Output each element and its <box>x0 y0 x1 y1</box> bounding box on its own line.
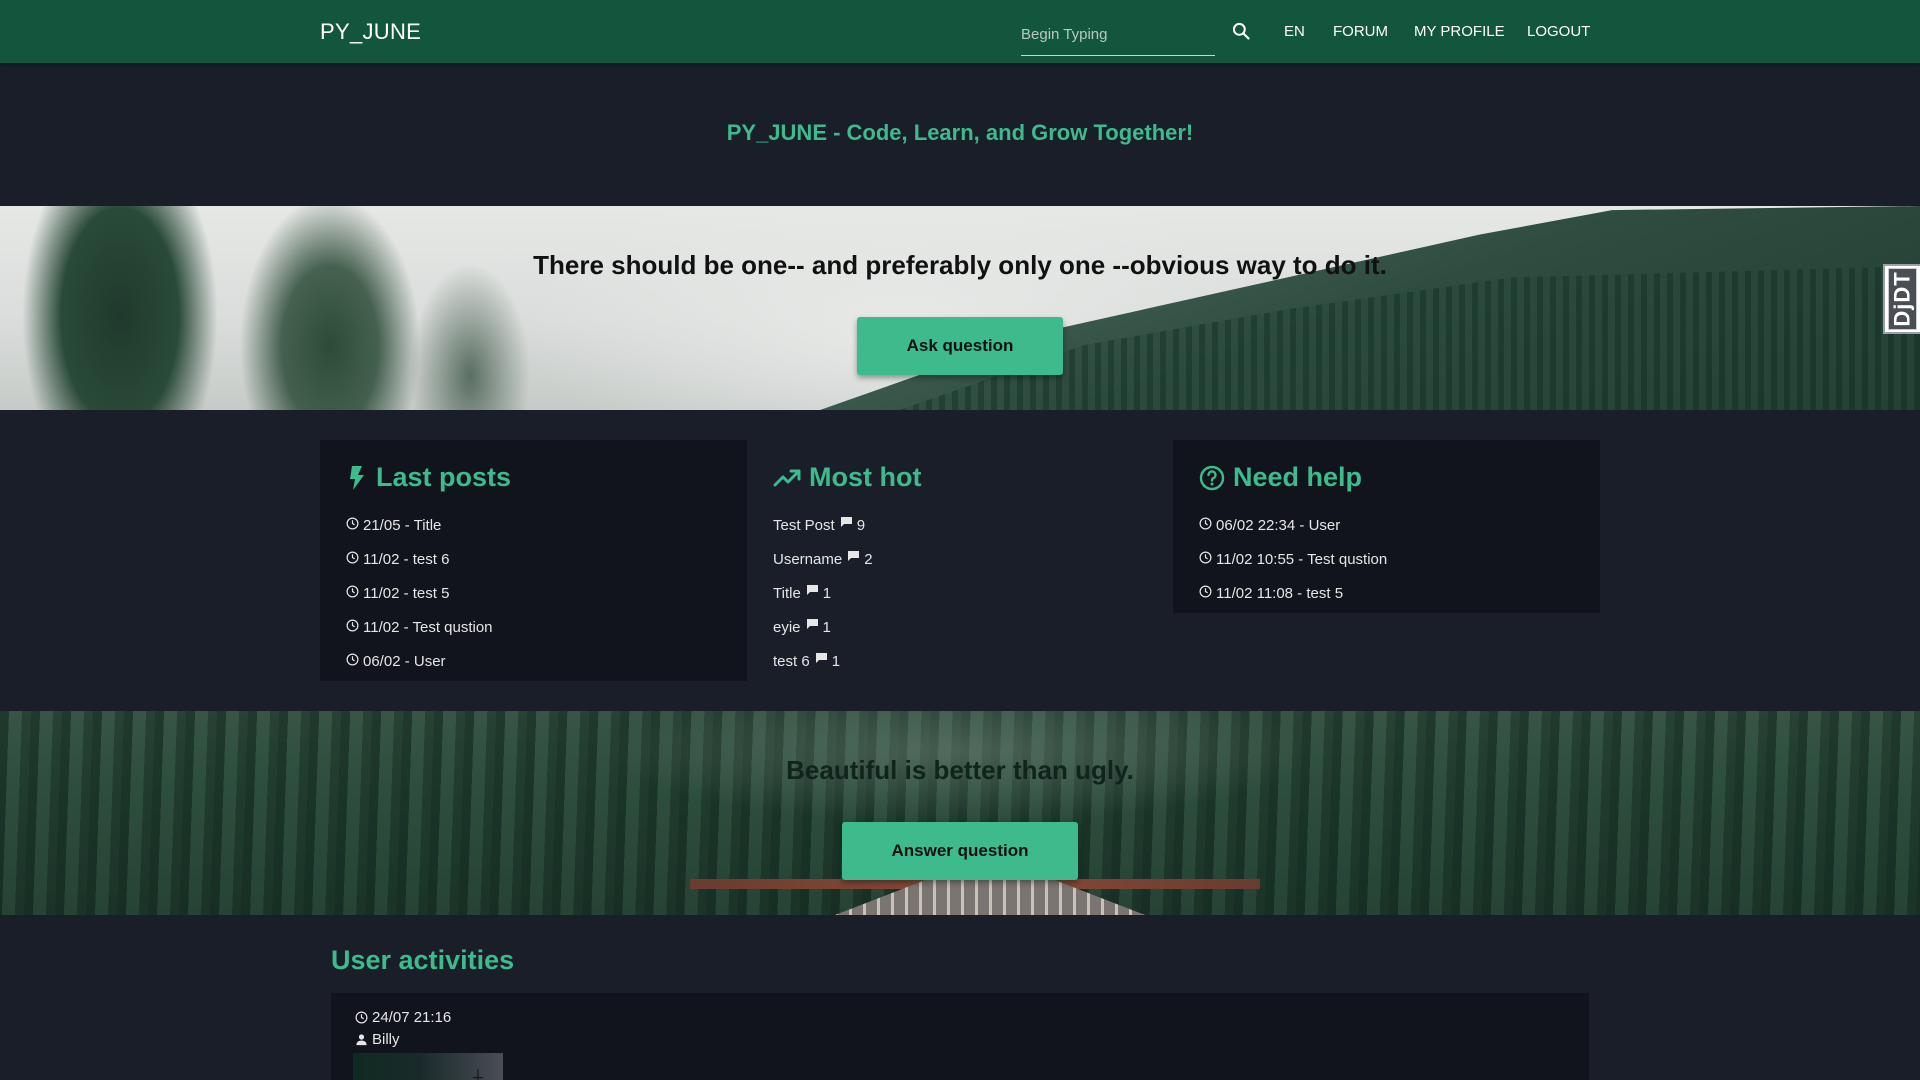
trending-up-icon <box>773 469 801 486</box>
list-item[interactable]: test 6 1 <box>773 644 873 678</box>
post-link[interactable]: 06/02 - User <box>363 653 446 670</box>
activity-user: Billy <box>355 1031 400 1048</box>
activity-time: 24/07 21:16 <box>355 1009 451 1026</box>
list-item[interactable]: Username 2 <box>773 542 873 576</box>
clock-icon <box>346 653 359 665</box>
nav-logout[interactable]: LOGOUT <box>1527 23 1590 40</box>
navbar: PY_JUNE EN FORUM MY PROFILE LOGOUT <box>0 0 1920 63</box>
post-link[interactable]: Title <box>773 585 801 602</box>
need-help-card: Need help 06/02 22:34 - User 11/02 10:55… <box>1173 440 1600 613</box>
comment-icon <box>806 619 818 629</box>
list-item[interactable]: 21/05 - Title <box>346 508 493 542</box>
comment-icon <box>806 585 818 595</box>
clock-icon <box>1199 585 1212 597</box>
post-link[interactable]: 11/02 10:55 - Test qustion <box>1216 551 1387 568</box>
clock-icon <box>355 1011 368 1024</box>
banner-quote: Beautiful is better than ugly. <box>786 755 1134 785</box>
list-item[interactable]: Test Post 9 <box>773 508 873 542</box>
brand-logo[interactable]: PY_JUNE <box>320 19 421 45</box>
list-item[interactable]: Title 1 <box>773 576 873 610</box>
search-input[interactable] <box>1021 14 1215 54</box>
banner-forest-image <box>0 206 560 410</box>
list-item[interactable]: 11/02 10:55 - Test qustion <box>1199 542 1387 576</box>
comment-count: 1 <box>822 618 831 636</box>
help-circle-icon <box>1199 465 1225 490</box>
hero-banner-ask: There should be one-- and preferably onl… <box>0 206 1920 410</box>
search-icon[interactable] <box>1231 21 1251 41</box>
comment-icon <box>848 551 860 561</box>
last-posts-list: 21/05 - Title 11/02 - test 6 11/02 - tes… <box>346 508 493 678</box>
post-link[interactable]: 06/02 22:34 - User <box>1216 517 1340 534</box>
clock-icon <box>346 517 359 529</box>
most-hot-title: Most hot <box>809 462 922 492</box>
site-tagline: PY_JUNE - Code, Learn, and Grow Together… <box>726 120 1194 145</box>
post-link[interactable]: test 6 <box>773 653 810 670</box>
need-help-list: 06/02 22:34 - User 11/02 10:55 - Test qu… <box>1199 508 1387 610</box>
post-link[interactable]: 11/02 - test 6 <box>363 551 449 568</box>
nav-forum[interactable]: FORUM <box>1333 23 1388 40</box>
nav-my-profile[interactable]: MY PROFILE <box>1414 23 1505 40</box>
most-hot-card: Most hot Test Post 9 Username 2 Title 1 … <box>747 440 1174 681</box>
last-posts-title: Last posts <box>376 462 512 492</box>
banner-quote: There should be one-- and preferably onl… <box>533 250 1387 280</box>
last-posts-card: Last posts 21/05 - Title 11/02 - test 6 … <box>320 440 747 681</box>
comment-icon <box>840 517 852 527</box>
activity-username[interactable]: Billy <box>372 1031 400 1048</box>
bolt-icon <box>350 465 364 490</box>
comment-count: 9 <box>856 516 866 534</box>
post-link[interactable]: Test Post <box>773 517 835 534</box>
debug-toolbar-handle[interactable]: DjDT <box>1883 264 1920 334</box>
post-link[interactable]: 11/02 11:08 - test 5 <box>1216 585 1343 602</box>
list-item[interactable]: 11/02 - test 5 <box>346 576 493 610</box>
comment-count: 1 <box>831 652 841 670</box>
post-link[interactable]: 21/05 - Title <box>363 517 441 534</box>
list-item[interactable]: eyie 1 <box>773 610 873 644</box>
post-link[interactable]: 11/02 - Test qustion <box>363 619 493 636</box>
need-help-heading: Need help <box>1199 462 1362 493</box>
comment-count: 1 <box>822 584 832 602</box>
clock-icon <box>346 619 359 631</box>
activity-card[interactable]: 24/07 21:16 Billy ┼ <box>331 993 1589 1080</box>
user-activities-heading: User activities <box>331 945 515 975</box>
answer-question-button[interactable]: Answer question <box>842 822 1078 880</box>
list-item[interactable]: 06/02 22:34 - User <box>1199 508 1387 542</box>
need-help-title: Need help <box>1233 462 1363 492</box>
debug-toolbar-badge: DjDT <box>1888 268 1917 330</box>
hero-banner-answer: Beautiful is better than ugly. Answer qu… <box>0 711 1920 915</box>
activity-image[interactable]: ┼ <box>353 1053 503 1080</box>
last-posts-heading: Last posts <box>346 462 511 493</box>
cross-icon: ┼ <box>473 1069 483 1080</box>
nav-language[interactable]: EN <box>1284 23 1305 40</box>
ask-question-button[interactable]: Ask question <box>857 317 1063 375</box>
most-hot-heading: Most hot <box>773 462 921 493</box>
search-field <box>1021 14 1215 56</box>
clock-icon <box>346 585 359 597</box>
list-item[interactable]: 11/02 11:08 - test 5 <box>1199 576 1387 610</box>
list-item[interactable]: 06/02 - User <box>346 644 493 678</box>
post-link[interactable]: 11/02 - test 5 <box>363 585 449 602</box>
most-hot-list: Test Post 9 Username 2 Title 1 eyie 1 te… <box>773 508 873 678</box>
clock-icon <box>346 551 359 563</box>
activity-timestamp: 24/07 21:16 <box>372 1009 452 1026</box>
list-item[interactable]: 11/02 - Test qustion <box>346 610 493 644</box>
clock-icon <box>1199 517 1212 529</box>
clock-icon <box>1199 551 1212 563</box>
person-icon <box>356 1034 367 1046</box>
comment-count: 2 <box>864 550 873 568</box>
debug-toolbar-label: DjDT <box>1889 271 1915 327</box>
list-item[interactable]: 11/02 - test 6 <box>346 542 493 576</box>
post-link[interactable]: eyie <box>773 619 801 636</box>
comment-icon <box>815 653 827 663</box>
post-link[interactable]: Username <box>773 551 842 568</box>
